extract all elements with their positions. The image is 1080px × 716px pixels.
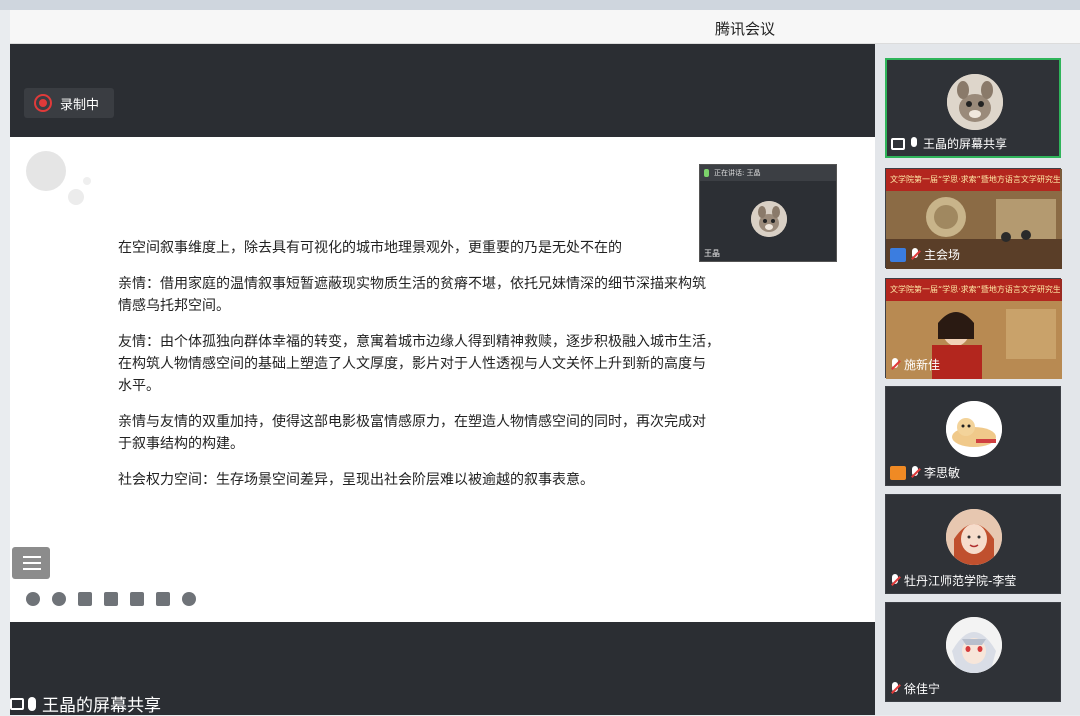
participant-label: 主会场	[890, 246, 960, 263]
participant-label: 王晶的屏幕共享	[891, 135, 1007, 152]
participant-tile[interactable]: 徐佳宁	[885, 602, 1061, 702]
decorative-circle-medium	[68, 189, 84, 205]
recording-badge[interactable]: 录制中	[24, 88, 114, 118]
mic-on-icon	[909, 136, 919, 151]
next-icon[interactable]	[52, 592, 66, 606]
avatar-cat-icon	[946, 401, 1002, 457]
participant-label: 施新佳	[890, 356, 940, 373]
app-frame: 腾讯会议 录制中 在空间叙事维度上，除去具有可视化的城市地理景观外，更重要的乃是…	[0, 0, 1080, 716]
slide-text: 在空间叙事维度上，除去具有可视化的城市地理景观外，更重要的乃是无处不在的 亲情：…	[118, 237, 818, 505]
participant-tile[interactable]: 李思敏	[885, 386, 1061, 486]
slide-paragraph: 亲情：借用家庭的温情叙事短暂遮蔽现实物质生活的贫瘠不堪，依托兄妹情深的细节深描来…	[118, 276, 706, 314]
participant-sidebar: 王晶的屏幕共享 文学院第一届“学思·求索”暨地方语言文学研究生学术论坛	[875, 44, 1080, 715]
screen-share-bar: 王晶的屏幕共享	[10, 692, 161, 716]
window-title: 腾讯会议	[715, 20, 776, 38]
mic-off-icon	[910, 465, 920, 480]
pip-name: 王晶	[704, 249, 720, 258]
title-bar: 腾讯会议	[10, 10, 1080, 44]
participant-label: 牡丹江师范学院-李莹	[890, 572, 1016, 589]
participant-name: 王晶的屏幕共享	[923, 137, 1008, 151]
screen-share-icon	[10, 697, 24, 710]
toc-button[interactable]	[12, 547, 50, 579]
shared-screen-stage: 录制中 在空间叙事维度上，除去具有可视化的城市地理景观外，更重要的乃是无处不在的…	[10, 44, 875, 716]
pip-header: 正在讲话: 王晶	[700, 165, 836, 181]
pen-icon[interactable]	[78, 592, 92, 606]
mic-on-icon	[704, 169, 709, 177]
camera-icon[interactable]	[130, 592, 144, 606]
decorative-circle-small	[83, 177, 91, 185]
record-dot-icon	[36, 96, 50, 110]
desktop-strip	[0, 0, 1080, 10]
avatar-squirrel-icon	[751, 201, 787, 237]
mic-off-icon	[910, 247, 920, 262]
participant-label: 徐佳宁	[890, 680, 940, 697]
participant-name: 李思敏	[924, 466, 961, 480]
presentation-slide: 在空间叙事维度上，除去具有可视化的城市地理景观外，更重要的乃是无处不在的 亲情：…	[10, 137, 875, 622]
avatar-squirrel-icon	[947, 74, 1003, 130]
user-icon	[890, 247, 906, 262]
participant-name: 徐佳宁	[904, 682, 941, 696]
mic-off-icon	[890, 357, 900, 372]
avatar-photo-icon	[946, 509, 1002, 565]
comment-icon[interactable]	[156, 592, 170, 606]
more-icon[interactable]	[182, 592, 196, 606]
participant-label: 李思敏	[890, 464, 960, 481]
banner-text: 文学院第一届“学思·求索”暨地方语言文学研究生	[886, 279, 1060, 301]
avatar-anime-icon	[946, 617, 1002, 673]
slide-paragraph: 亲情与友情的双重加持，使得这部电影极富情感原力，在塑造人物情感空间的同时，再次完…	[118, 414, 706, 452]
mic-off-icon	[890, 681, 900, 696]
user-icon	[890, 465, 906, 480]
slide-paragraph: 社会权力空间：生存场景空间差异，呈现出社会阶层难以被逾越的叙事表意。	[118, 472, 594, 488]
screen-share-icon	[891, 137, 905, 150]
mic-off-icon	[890, 573, 900, 588]
screenshot-icon[interactable]	[104, 592, 118, 606]
mic-icon	[28, 696, 36, 711]
banner-text: 文学院第一届“学思·求索”暨地方语言文学研究生学术论坛	[886, 169, 1060, 191]
pip-speaking-label: 正在讲话: 王晶	[714, 169, 761, 177]
participant-name: 施新佳	[904, 358, 941, 372]
screen-share-label: 王晶的屏幕共享	[42, 696, 161, 716]
participant-tile[interactable]: 文学院第一届“学思·求索”暨地方语言文学研究生学术论坛 主会场	[885, 168, 1062, 269]
participant-name: 主会场	[924, 248, 961, 262]
slide-paragraph: 友情：由个体孤独向群体幸福的转变，意寓着城市边缘人得到精神救赎，逐步积极融入城市…	[118, 334, 720, 394]
speaker-video-pip[interactable]: 正在讲话: 王晶 王晶	[699, 164, 837, 262]
presentation-toolbar	[26, 592, 196, 608]
decorative-circle-large	[26, 151, 66, 191]
participant-tile[interactable]: 文学院第一届“学思·求索”暨地方语言文学研究生 施新佳	[885, 278, 1062, 379]
participant-tile[interactable]: 牡丹江师范学院-李莹	[885, 494, 1061, 594]
participant-tile[interactable]: 王晶的屏幕共享	[885, 58, 1061, 158]
prev-icon[interactable]	[26, 592, 40, 606]
recording-label: 录制中	[60, 97, 100, 113]
participant-name: 牡丹江师范学院-李莹	[904, 574, 1017, 588]
